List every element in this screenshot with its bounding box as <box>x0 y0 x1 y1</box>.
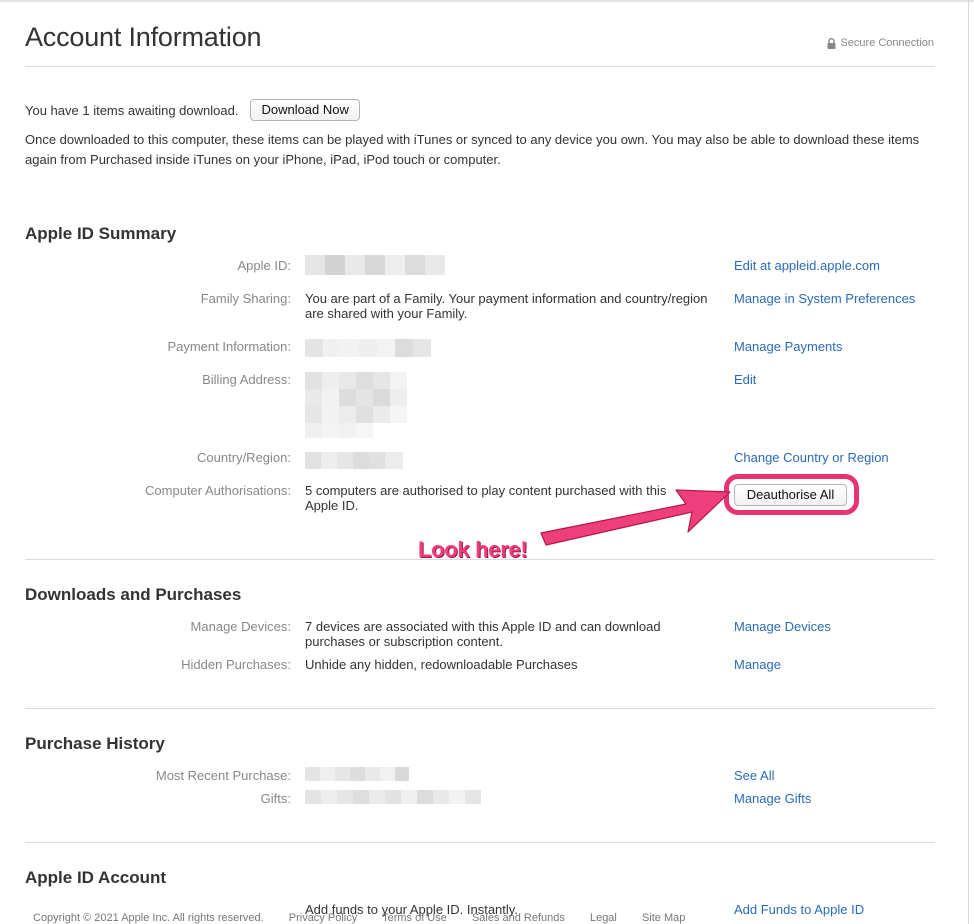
see-all-purchases-link[interactable]: See All <box>734 768 774 783</box>
family-sharing-label: Family Sharing: <box>200 291 291 306</box>
lock-icon <box>827 37 836 49</box>
gifts-label: Gifts: <box>260 791 291 806</box>
scrollbar-edge <box>968 0 969 924</box>
annotation-look-here-label: Look here! <box>418 537 528 562</box>
secure-connection-label: Secure Connection <box>840 37 934 49</box>
billing-address-label: Billing Address: <box>202 372 291 387</box>
payment-information-label: Payment Information: <box>167 339 291 354</box>
apple-id-label: Apple ID: <box>237 258 291 273</box>
manage-devices-link[interactable]: Manage Devices <box>734 619 831 634</box>
manage-devices-label: Manage Devices: <box>190 619 291 634</box>
footer-link-legal[interactable]: Legal <box>590 912 617 924</box>
manage-devices-value: 7 devices are associated with this Apple… <box>305 619 661 649</box>
manage-hidden-purchases-link[interactable]: Manage <box>734 657 781 672</box>
redacted-billing-address <box>305 372 423 438</box>
footer-link-site-map[interactable]: Site Map <box>642 912 685 924</box>
computer-authorisations-label: Computer Authorisations: <box>145 483 291 498</box>
edit-billing-address-link[interactable]: Edit <box>734 372 756 387</box>
computer-authorisations-value: 5 computers are authorised to play conte… <box>305 483 667 513</box>
redacted-gifts <box>305 790 481 804</box>
manage-in-system-preferences-link[interactable]: Manage in System Preferences <box>734 291 915 306</box>
redacted-most-recent-purchase <box>305 767 409 781</box>
hidden-purchases-label: Hidden Purchases: <box>181 657 291 672</box>
redacted-apple-id <box>305 255 445 275</box>
edit-apple-id-link[interactable]: Edit at appleid.apple.com <box>734 258 880 273</box>
divider <box>25 708 935 709</box>
family-sharing-value: You are part of a Family. Your payment i… <box>305 291 708 321</box>
download-description: Once downloaded to this computer, these … <box>25 132 920 167</box>
apple-id-summary-heading: Apple ID Summary <box>25 224 177 243</box>
annotation-highlight-box <box>724 474 859 515</box>
footer-link-terms-of-use[interactable]: Terms of Use <box>382 912 447 924</box>
pending-downloads-text: You have 1 items awaiting download. <box>25 102 239 118</box>
downloads-and-purchases-heading: Downloads and Purchases <box>25 585 242 604</box>
most-recent-purchase-label: Most Recent Purchase: <box>155 768 291 783</box>
footer-copyright: Copyright © 2021 Apple Inc. All rights r… <box>33 912 264 924</box>
change-country-or-region-link[interactable]: Change Country or Region <box>734 450 889 465</box>
pending-downloads: You have 1 items awaiting download. Down… <box>25 99 360 121</box>
secure-connection-indicator: Secure Connection <box>827 37 934 49</box>
download-now-button[interactable]: Download Now <box>250 99 360 121</box>
page-title: Account Information <box>25 22 262 52</box>
country-region-label: Country/Region: <box>197 450 291 465</box>
manage-gifts-link[interactable]: Manage Gifts <box>734 791 811 806</box>
apple-id-account-heading: Apple ID Account <box>25 868 167 887</box>
divider <box>25 66 935 67</box>
add-funds-link[interactable]: Add Funds to Apple ID <box>734 902 864 917</box>
divider <box>25 842 935 843</box>
redacted-payment-information <box>305 339 433 357</box>
manage-payments-link[interactable]: Manage Payments <box>734 339 842 354</box>
account-information-page: Account Information Secure Connection Yo… <box>25 0 935 924</box>
footer-link-privacy-policy[interactable]: Privacy Policy <box>289 912 357 924</box>
hidden-purchases-value: Unhide any hidden, redownloadable Purcha… <box>305 657 578 672</box>
footer: Copyright © 2021 Apple Inc. All rights r… <box>33 912 707 924</box>
purchase-history-heading: Purchase History <box>25 734 165 753</box>
redacted-country-region <box>305 452 403 469</box>
footer-link-sales-and-refunds[interactable]: Sales and Refunds <box>472 912 565 924</box>
